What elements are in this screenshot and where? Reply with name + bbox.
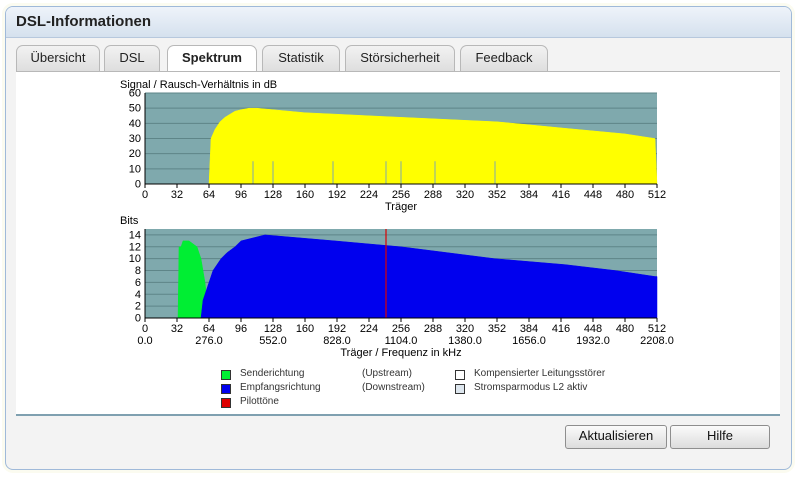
- x-tick-label: 128: [264, 189, 282, 201]
- x-tick-label: 96: [235, 323, 247, 335]
- x-tick-label-khz: 276.0: [195, 335, 223, 347]
- legend-swatch-downstream: [221, 384, 231, 394]
- legend-swatch-compensated: [455, 370, 465, 380]
- x-tick-label-khz: 1656.0: [512, 335, 546, 347]
- y-tick-label: 10: [129, 253, 141, 265]
- y-tick-label: 0: [135, 313, 141, 325]
- help-button[interactable]: Hilfe: [670, 425, 770, 449]
- x-tick-label: 256: [392, 323, 410, 335]
- x-tick-label: 128: [264, 323, 282, 335]
- x-tick-label: 160: [296, 323, 314, 335]
- x-axis-label: Träger / Frequenz in kHz: [340, 347, 461, 359]
- x-tick-label: 480: [616, 189, 634, 201]
- y-tick-label: 14: [129, 229, 141, 241]
- x-tick-label: 192: [328, 189, 346, 201]
- x-tick-label: 192: [328, 323, 346, 335]
- x-tick-label-khz: 1380.0: [448, 335, 482, 347]
- x-tick-label: 512: [648, 323, 666, 335]
- y-tick-label: 10: [129, 163, 141, 175]
- x-tick-label-khz: 552.0: [259, 335, 287, 347]
- y-tick-label: 12: [129, 241, 141, 253]
- x-tick-label: 224: [360, 323, 378, 335]
- x-tick-label: 0: [142, 323, 148, 335]
- x-tick-label-khz: 0.0: [137, 335, 152, 347]
- bits-chart: 02468101214 0 32 64 96 128 160 192 224 256 288 320 3…: [120, 215, 674, 359]
- x-tick-label: 448: [584, 323, 602, 335]
- legend-label-powersave: Stromsparmodus L2 aktiv: [474, 382, 588, 393]
- x-tick-label: 224: [360, 189, 378, 201]
- x-tick-label-khz: 2208.0: [640, 335, 674, 347]
- x-tick-label: 480: [616, 323, 634, 335]
- x-tick-label: 96: [235, 189, 247, 201]
- legend-dir-upstream: (Upstream): [362, 368, 413, 379]
- dsl-info-panel: DSL-Informationen Übersicht DSL Spektrum…: [5, 6, 792, 470]
- x-tick-label: 0: [142, 189, 148, 201]
- x-tick-label: 256: [392, 189, 410, 201]
- x-tick-label-khz: 828.0: [323, 335, 351, 347]
- y-tick-label: 4: [135, 289, 141, 301]
- x-tick-label: 320: [456, 323, 474, 335]
- chart-title: Bits: [120, 215, 139, 227]
- x-axis-label: Träger: [385, 201, 417, 213]
- y-tick-label: 40: [129, 118, 141, 130]
- y-tick-label: 20: [129, 148, 141, 160]
- x-tick-label: 416: [552, 323, 570, 335]
- legend-label-pilot: Pilottöne: [240, 396, 279, 407]
- refresh-button[interactable]: Aktualisieren: [565, 425, 667, 449]
- y-tick-label: 8: [135, 265, 141, 277]
- x-tick-label: 64: [203, 189, 215, 201]
- x-tick-label: 288: [424, 189, 442, 201]
- x-tick-label: 32: [171, 323, 183, 335]
- x-tick-label: 384: [520, 323, 538, 335]
- x-tick-label: 384: [520, 189, 538, 201]
- legend-swatch-pilot: [221, 398, 231, 408]
- x-tick-label: 352: [488, 189, 506, 201]
- y-tick-label: 50: [129, 103, 141, 115]
- y-tick-label: 0: [135, 179, 141, 191]
- legend-label-upstream: Senderichtung: [240, 368, 305, 379]
- legend-swatch-powersave: [455, 384, 465, 394]
- legend-label-downstream: Empfangsrichtung: [240, 382, 321, 393]
- legend-dir-downstream: (Downstream): [362, 382, 425, 393]
- x-tick-label: 288: [424, 323, 442, 335]
- chart-title: Signal / Rausch-Verhältnis in dB: [120, 79, 277, 91]
- x-tick-label-khz: 1932.0: [576, 335, 610, 347]
- x-tick-label: 320: [456, 189, 474, 201]
- y-tick-label: 6: [135, 277, 141, 289]
- x-tick-label: 64: [203, 323, 215, 335]
- legend-swatch-upstream: [221, 370, 231, 380]
- x-tick-label: 512: [648, 189, 666, 201]
- legend-label-compensated: Kompensierter Leitungsstörer: [474, 368, 606, 379]
- spectrum-charts: 01020304050600 32 64 96 128 160 192 224 256 288 32…: [120, 79, 674, 359]
- y-tick-label: 2: [135, 301, 141, 313]
- x-tick-label: 416: [552, 189, 570, 201]
- x-tick-label-khz: 1104.0: [385, 335, 418, 347]
- footer-divider: [16, 414, 780, 416]
- x-tick-label: 32: [171, 189, 183, 201]
- snr-chart: 01020304050600 32 64 96 128 160 192 224 256 288 32…: [120, 79, 666, 213]
- y-tick-label: 30: [129, 133, 141, 145]
- x-tick-label: 160: [296, 189, 314, 201]
- x-tick-label: 352: [488, 323, 506, 335]
- x-tick-label: 448: [584, 189, 602, 201]
